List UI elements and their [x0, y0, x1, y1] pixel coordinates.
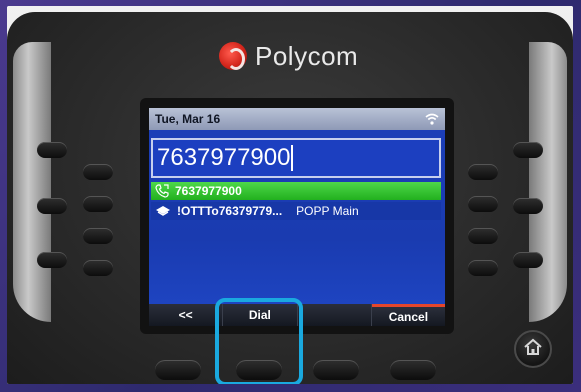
- line-key-left-3[interactable]: [83, 228, 113, 244]
- softkey-bar: << Dial Cancel: [149, 304, 445, 326]
- line-key-right-2[interactable]: [468, 196, 498, 212]
- line-key-left-outer-1[interactable]: [37, 142, 67, 158]
- line-key-left-2[interactable]: [83, 196, 113, 212]
- polycom-logo-icon: [219, 42, 247, 70]
- home-button[interactable]: [514, 330, 552, 368]
- line-key-left-outer-3[interactable]: [37, 252, 67, 268]
- dial-softkey[interactable]: Dial: [223, 304, 298, 326]
- suggestion-primary: 7637977900: [175, 184, 242, 198]
- phone-rim-right: [529, 42, 567, 322]
- dial-number-value: 7637977900: [157, 144, 291, 171]
- suggestion-primary: !OTTTo76379779...: [177, 204, 283, 218]
- line-key-left-outer-2[interactable]: [37, 198, 67, 214]
- suggestion-list: 7637977900 !OTTTo76379779... POPP Main: [151, 182, 441, 220]
- phone-rim-left: [13, 42, 51, 322]
- brand-logo: Polycom: [219, 38, 358, 74]
- brand-name: Polycom: [255, 40, 359, 71]
- line-key-left-1[interactable]: [83, 164, 113, 180]
- line-key-right-outer-3[interactable]: [513, 252, 543, 268]
- status-bar: Tue, Mar 16: [149, 108, 445, 130]
- line-key-right-4[interactable]: [468, 260, 498, 276]
- line-key-right-1[interactable]: [468, 164, 498, 180]
- line-key-right-3[interactable]: [468, 228, 498, 244]
- dial-number-input[interactable]: 7637977900: [151, 138, 441, 178]
- text-caret: [291, 145, 294, 171]
- line-key-left-4[interactable]: [83, 260, 113, 276]
- handset-icon: [155, 184, 169, 198]
- wifi-icon: [425, 113, 439, 125]
- photo-frame: Polycom Tue, Mar 16 7637977900 763797790…: [7, 6, 573, 384]
- directory-icon: [155, 205, 171, 217]
- suggestion-secondary: POPP Main: [296, 204, 359, 218]
- suggestion-item-selected[interactable]: 7637977900: [151, 182, 441, 200]
- cancel-softkey[interactable]: Cancel: [371, 304, 445, 326]
- home-icon: [523, 338, 543, 361]
- phone-screen: Tue, Mar 16 7637977900 7637977900 !OTTTo…: [149, 108, 445, 326]
- back-softkey[interactable]: <<: [149, 304, 224, 326]
- softkey-hardware-button-2[interactable]: [236, 360, 282, 380]
- softkey-hardware-button-4[interactable]: [390, 360, 436, 380]
- empty-softkey[interactable]: [297, 304, 372, 326]
- suggestion-item[interactable]: !OTTTo76379779... POPP Main: [151, 202, 441, 220]
- line-key-right-outer-1[interactable]: [513, 142, 543, 158]
- softkey-hardware-button-1[interactable]: [155, 360, 201, 380]
- line-key-right-outer-2[interactable]: [513, 198, 543, 214]
- softkey-hardware-button-3[interactable]: [313, 360, 359, 380]
- status-date: Tue, Mar 16: [155, 112, 221, 126]
